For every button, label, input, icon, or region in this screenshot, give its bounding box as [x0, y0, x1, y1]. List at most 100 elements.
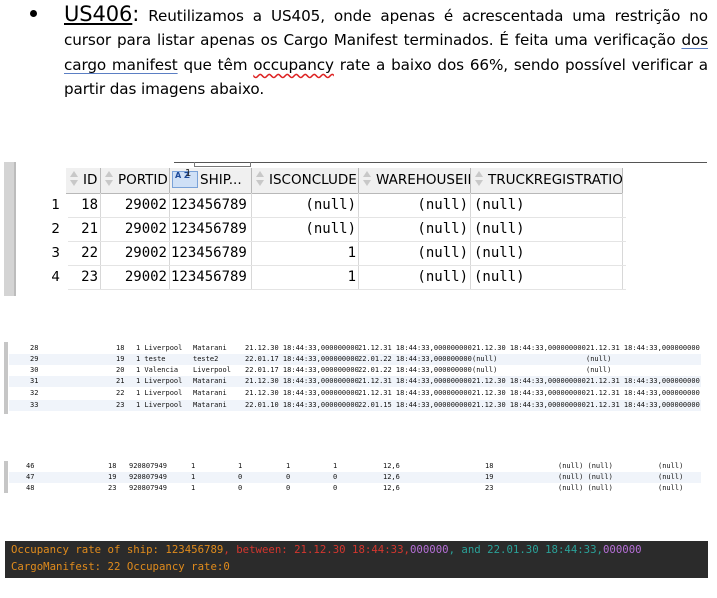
cell: 22.01.15 18:44:33,000000000 — [358, 401, 472, 409]
cell-isconcluded[interactable]: 1 — [252, 241, 359, 265]
cell: (null) — [472, 366, 498, 374]
cell-isconcluded[interactable]: 1 — [252, 265, 359, 289]
cell-isconcluded[interactable]: (null) — [252, 217, 359, 241]
cell-truckregistration[interactable]: (null) — [471, 193, 623, 217]
sort-ascending-icon: A Z1 — [172, 168, 198, 188]
cell: 22.01.10 18:44:33,000000000 — [245, 401, 359, 409]
cell: 21.12.31 18:44:33,000000000 — [586, 401, 700, 409]
cell: 920807949 — [129, 462, 167, 470]
cell: 21.12.30 18:44:33,000000000 — [245, 389, 359, 397]
grid-left-border — [4, 461, 8, 493]
cell: 0 — [238, 484, 243, 492]
console-output: Occupancy rate of ship: 123456789, betwe… — [5, 541, 708, 578]
table-row[interactable]: 33 23 1 Liverpool Matarani 22.01.10 18:4… — [9, 400, 701, 411]
row-number: 48 — [26, 484, 35, 492]
column-header-label: ISCONCLUDED — [269, 172, 359, 188]
cell: 1 Liverpool — [136, 389, 183, 397]
sort-arrows-icon — [362, 171, 373, 188]
cell-truckregistration[interactable]: (null) — [471, 265, 623, 289]
cell-portid[interactable]: 29002 — [101, 241, 170, 265]
cell-warehouseid[interactable]: (null) — [359, 265, 471, 289]
paragraph-text: US406: Reutilizamos a US405, onde apenas… — [64, 2, 708, 102]
cell: 22.01.17 18:44:33,000000000 — [245, 355, 359, 363]
cargo-manifest-result-grid: ID PORTID A Z 1 SHIP... ISCONCLUDED WAREHO… — [4, 162, 707, 296]
column-header-isconcluded[interactable]: ISCONCLUDED — [252, 168, 359, 194]
row-number: 31 — [30, 377, 39, 385]
occupancy-values-grid: 46 18 920807949 1 1 1 1 12,6 18 (null) (… — [4, 461, 701, 493]
cell: 21.12.31 18:44:33,000000000 — [358, 344, 472, 352]
row-number: 32 — [30, 389, 39, 397]
cell: 12,6 — [383, 473, 400, 481]
cell-ship[interactable]: 123456789 — [168, 217, 252, 241]
cell: (null) — [586, 366, 612, 374]
cell: 0 — [286, 484, 291, 492]
sort-arrows-icon — [255, 171, 266, 188]
grid-top-tab — [194, 162, 251, 167]
cell: (null) — [586, 355, 612, 363]
table-row[interactable]: 47 19 920807949 1 0 0 0 12,6 19 (null) (… — [9, 472, 701, 483]
cell: (null) (null) — [558, 484, 613, 492]
cell: 21.12.30 18:44:33,000000000 — [472, 344, 586, 352]
cell-id[interactable]: 23 — [66, 265, 101, 289]
cell-portid[interactable]: 29002 — [101, 193, 170, 217]
cell: 23 — [485, 484, 494, 492]
column-header-label: TRUCKREGISTRATION — [488, 172, 623, 188]
sort-arrows-icon — [69, 171, 80, 188]
column-header-label: ID — [83, 172, 98, 188]
cell-ship[interactable]: 123456789 — [168, 193, 252, 217]
table-row[interactable]: 29 19 1 teste teste2 22.01.17 18:44:33,0… — [9, 354, 701, 365]
console-line1-part3: 000000 — [409, 543, 449, 556]
sort-index: 1 — [185, 168, 192, 179]
cell: Matarani — [193, 389, 227, 397]
cell-id[interactable]: 18 — [66, 193, 101, 217]
cell-id[interactable]: 21 — [66, 217, 101, 241]
cell-warehouseid[interactable]: (null) — [359, 241, 471, 265]
grid-line — [68, 289, 626, 290]
cell: 0 — [286, 473, 291, 481]
column-header-warehouseid[interactable]: WAREHOUSEID — [359, 168, 471, 194]
cell-truckregistration[interactable]: (null) — [471, 241, 623, 265]
cell: Matarani — [193, 401, 227, 409]
console-line2: CargoManifest: 22 Occupancy rate:0 — [11, 560, 230, 573]
cell: 0 — [238, 473, 243, 481]
cell: 23 — [116, 401, 125, 409]
cell: Liverpool — [193, 366, 231, 374]
cell: 18 — [116, 344, 125, 352]
row-number: 47 — [26, 473, 35, 481]
cell-truckregistration[interactable]: (null) — [471, 217, 623, 241]
cell-isconcluded[interactable]: (null) — [252, 193, 359, 217]
column-header-id[interactable]: ID — [66, 168, 101, 194]
cell: 21.12.30 18:44:33,000000000 — [245, 377, 359, 385]
column-header-portid[interactable]: PORTID — [101, 168, 170, 194]
cell-id[interactable]: 22 — [66, 241, 101, 265]
cell-ship[interactable]: 123456789 — [168, 265, 252, 289]
cell: (null) — [472, 355, 498, 363]
cell: 1 — [238, 462, 243, 470]
cell: 1 — [191, 462, 196, 470]
cell-portid[interactable]: 29002 — [101, 217, 170, 241]
row-number: 33 — [30, 401, 39, 409]
cell-warehouseid[interactable]: (null) — [359, 193, 471, 217]
cell: 21.12.30 18:44:33,000000000 — [472, 389, 586, 397]
column-header-ship[interactable]: A Z 1 SHIP... — [170, 168, 252, 194]
cell: 21.12.30 18:44:33,000000000 — [245, 344, 359, 352]
row-number: 3 — [51, 245, 60, 261]
cell: 23 — [108, 484, 117, 492]
grid-left-border — [4, 162, 16, 296]
cell: 1 teste — [136, 355, 166, 363]
column-header-label: SHIP... — [200, 172, 242, 188]
bullet-dot-icon — [30, 10, 37, 17]
column-header-truckregistration[interactable]: TRUCKREGISTRATION — [471, 168, 623, 194]
cell: 22.01.22 18:44:33,000000000 — [358, 366, 472, 374]
cell: 920807949 — [129, 473, 167, 481]
cell-portid[interactable]: 29002 — [101, 265, 170, 289]
user-story-id: US406 — [64, 2, 133, 26]
cell-ship[interactable]: 123456789 — [168, 241, 252, 265]
cell: 1 — [191, 484, 196, 492]
cell: 18 — [108, 462, 117, 470]
table-row[interactable]: 31 21 1 Liverpool Matarani 21.12.30 18:4… — [9, 376, 701, 387]
cell: (null) (null) — [558, 462, 613, 470]
cell-warehouseid[interactable]: (null) — [359, 217, 471, 241]
cell: 1 Liverpool — [136, 344, 183, 352]
cell: 21 — [116, 377, 125, 385]
